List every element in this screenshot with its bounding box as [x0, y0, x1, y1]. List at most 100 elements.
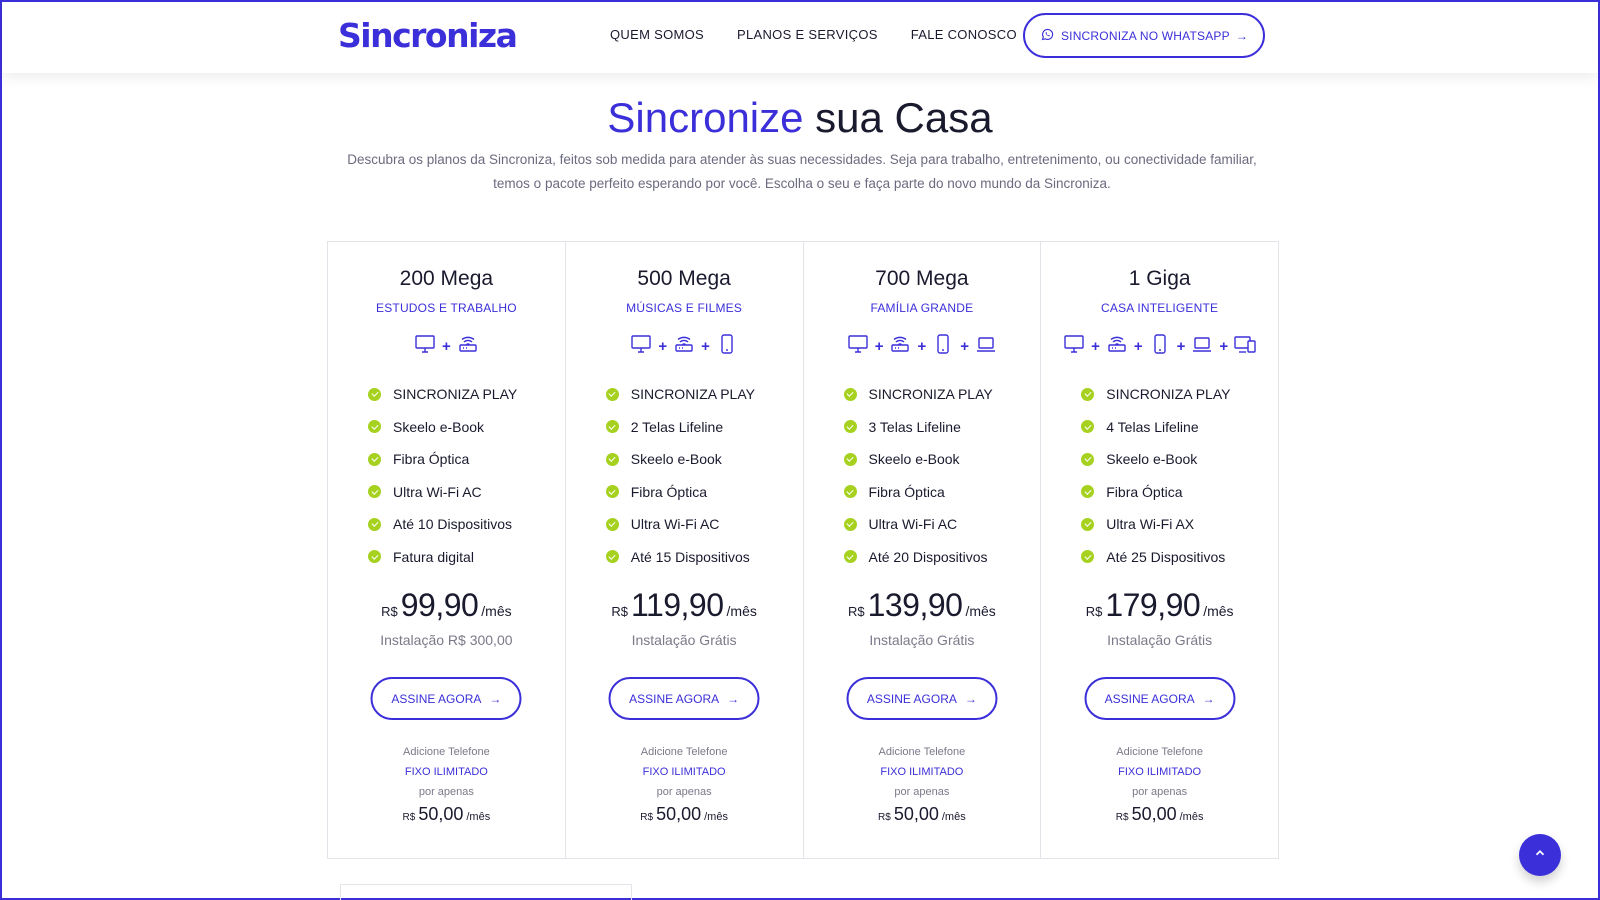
next-section-card: [340, 884, 632, 900]
check-icon: [843, 387, 857, 401]
plan-device-icons: + + + +: [1041, 332, 1278, 361]
check-icon: [368, 485, 381, 499]
feature-item: SINCRONIZA PLAY: [605, 378, 755, 411]
feature-item: Skeelo e-Book: [1081, 443, 1230, 476]
addon-line-1: Adicione Telefone: [878, 746, 966, 758]
plan-price: R$ 139,90 /mês: [804, 587, 1041, 624]
price-currency: R$: [1085, 604, 1103, 619]
addon-currency: R$: [640, 812, 654, 823]
subtitle-line-1: Descubra os planos da Sincroniza, feitos…: [347, 152, 1257, 167]
addon-period: /mês: [1179, 811, 1204, 823]
feature-label: Fibra Óptica: [393, 451, 470, 468]
feature-label: Skeelo e-Book: [868, 451, 960, 468]
price-value: 179,90: [1105, 587, 1201, 623]
addon-value: 50,00: [418, 804, 464, 824]
check-icon: [368, 420, 381, 434]
plan-device-icons: + + +: [804, 332, 1041, 361]
feature-label: Até 10 Dispositivos: [393, 516, 513, 533]
feature-label: Fatura digital: [393, 548, 474, 565]
desktop-icon: [413, 332, 437, 361]
plan-card: 500 Mega MÚSICAS E FILMES + + SINCRONIZA …: [566, 242, 804, 858]
plus-icon: +: [1176, 338, 1186, 355]
subscribe-label: ASSINE AGORA: [1104, 691, 1195, 706]
check-icon: [368, 517, 381, 531]
addon-line-1: Adicione Telefone: [1116, 746, 1203, 758]
check-icon: [843, 550, 857, 564]
addon-currency: R$: [402, 812, 416, 823]
nav-fale-conosco[interactable]: FALE CONOSCO: [911, 27, 1017, 42]
addon-line-1: Adicione Telefone: [403, 746, 490, 758]
nav-planos-servicos[interactable]: PLANOS E SERVIÇOS: [737, 27, 878, 42]
arrow-right-icon: →: [1202, 691, 1215, 706]
feature-item: SINCRONIZA PLAY: [843, 378, 993, 411]
check-icon: [605, 452, 619, 466]
check-icon: [843, 420, 857, 434]
feature-label: Fibra Óptica: [1106, 483, 1183, 500]
feature-item: SINCRONIZA PLAY: [1081, 378, 1230, 411]
price-value: 99,90: [400, 587, 479, 623]
plus-icon: +: [1091, 338, 1100, 355]
check-icon: [843, 485, 857, 499]
addon-price: R$ 50,00 /mês: [804, 804, 1041, 825]
arrow-right-icon: →: [489, 691, 502, 706]
router-icon: [1105, 332, 1129, 361]
addon-line-3: por apenas: [1132, 786, 1188, 798]
feature-item: 3 Telas Lifeline: [843, 411, 993, 444]
subscribe-button[interactable]: ASSINE AGORA →: [846, 677, 998, 720]
installation-fee: Instalação R$ 300,00: [380, 632, 513, 648]
feature-label: Skeelo e-Book: [1106, 451, 1198, 468]
check-icon: [368, 452, 381, 466]
feature-label: SINCRONIZA PLAY: [1106, 386, 1231, 403]
feature-item: Fatura digital: [368, 541, 517, 574]
addon-value: 50,00: [893, 804, 939, 824]
subscribe-button[interactable]: ASSINE AGORA →: [370, 677, 522, 720]
router-icon: [888, 332, 912, 361]
addon-currency: R$: [1115, 812, 1129, 823]
check-icon: [605, 550, 619, 564]
feature-list: SINCRONIZA PLAY 3 Telas Lifeline Skeelo e-…: [843, 378, 993, 573]
plus-icon: +: [658, 338, 668, 355]
subscribe-button[interactable]: ASSINE AGORA →: [1084, 677, 1236, 720]
addon-value: 50,00: [656, 804, 702, 824]
addon-period: /mês: [704, 811, 728, 823]
subtitle-line-2: temos o pacote perfeito esperando por vo…: [493, 176, 1111, 191]
price-currency: R$: [611, 604, 629, 619]
whatsapp-button[interactable]: SINCRONIZA NO WHATSAPP →: [1023, 13, 1265, 58]
arrow-right-icon: →: [727, 691, 740, 706]
addon-price: R$ 50,00 /mês: [328, 804, 565, 825]
feature-label: Até 25 Dispositivos: [1106, 548, 1226, 565]
feature-label: 2 Telas Lifeline: [630, 418, 724, 435]
plan-price: R$ 119,90 /mês: [566, 587, 803, 624]
logo[interactable]: Sincroniza: [338, 16, 518, 55]
installation-fee: Instalação Grátis: [631, 632, 737, 648]
plus-icon: +: [1219, 338, 1229, 355]
plans-grid: 200 Mega ESTUDOS E TRABALHO + SINCRONIZA…: [327, 241, 1279, 859]
feature-item: Até 10 Dispositivos: [368, 508, 517, 541]
addon-line-2: FIXO ILIMITADO: [1118, 766, 1202, 778]
scroll-top-button[interactable]: [1519, 834, 1561, 876]
plan-card: 200 Mega ESTUDOS E TRABALHO + SINCRONIZA…: [328, 242, 566, 858]
page-title: Sincronize sua Casa: [2, 94, 1598, 142]
feature-label: Até 20 Dispositivos: [868, 548, 988, 565]
price-period: /mês: [481, 603, 512, 619]
check-icon: [843, 517, 857, 531]
subscribe-button[interactable]: ASSINE AGORA →: [608, 677, 760, 720]
plan-tag: ESTUDOS E TRABALHO: [376, 301, 517, 315]
plus-icon: +: [441, 338, 451, 355]
phone-icon: [1148, 332, 1172, 361]
whatsapp-label: SINCRONIZA NO WHATSAPP: [1060, 28, 1230, 43]
feature-item: Até 25 Dispositivos: [1081, 541, 1230, 574]
whatsapp-icon: [1040, 27, 1055, 45]
addon-line-2: FIXO ILIMITADO: [642, 766, 726, 778]
installation-fee: Instalação Grátis: [1107, 632, 1213, 648]
feature-label: Fibra Óptica: [630, 483, 707, 500]
check-icon: [1081, 452, 1095, 466]
addon-price: R$ 50,00 /mês: [1041, 804, 1278, 825]
feature-item: Fibra Óptica: [1081, 476, 1230, 509]
arrow-right-icon: →: [964, 691, 977, 706]
check-icon: [1081, 387, 1095, 401]
nav-quem-somos[interactable]: QUEM SOMOS: [610, 27, 704, 42]
feature-item: Até 15 Dispositivos: [605, 541, 755, 574]
price-period: /mês: [726, 603, 757, 619]
addon-price: R$ 50,00 /mês: [566, 804, 803, 825]
